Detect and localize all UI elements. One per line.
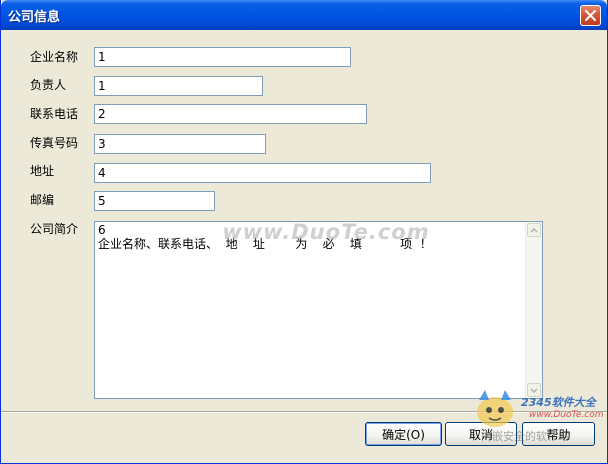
ok-button[interactable]: 确定(O) [365,422,442,446]
company-profile-textarea[interactable]: 6 企业名称、联系电话、 地 址 为 必 填 项 ！ [94,221,543,399]
postcode-label: 邮编 [30,193,55,207]
company-name-label: 企业名称 [30,50,79,64]
button-separator [1,411,607,413]
title-bar[interactable]: 公司信息 [1,0,607,30]
company-info-dialog: 公司信息 企业名称 负责人 联系电话 传真号码 地址 邮编 公司简介 6 企业名… [0,0,608,464]
fax-label: 传真号码 [30,136,79,150]
vertical-scrollbar[interactable] [525,222,542,398]
help-button[interactable]: 帮助 [522,422,595,446]
fax-input[interactable] [94,134,266,154]
close-button[interactable] [580,5,601,26]
postcode-input[interactable] [94,191,215,211]
window-title: 公司信息 [8,10,61,25]
contact-person-label: 负责人 [30,78,67,92]
chevron-down-icon [530,387,538,393]
close-icon [585,10,596,21]
company-profile-text: 6 企业名称、联系电话、 地 址 为 必 填 项 ！ [98,223,432,251]
company-name-input[interactable] [94,47,351,67]
contact-person-input[interactable] [94,76,263,96]
phone-label: 联系电话 [30,107,79,121]
phone-input[interactable] [94,104,367,124]
cancel-button[interactable]: 取消 [445,422,517,446]
scroll-up-button[interactable] [527,223,541,237]
address-label: 地址 [30,164,55,178]
scroll-down-button[interactable] [527,383,541,397]
chevron-up-icon [530,227,538,233]
company-profile-label: 公司简介 [30,222,79,236]
dialog-body: 企业名称 负责人 联系电话 传真号码 地址 邮编 公司简介 6 企业名称、联系电… [1,30,607,464]
address-input[interactable] [94,163,431,183]
